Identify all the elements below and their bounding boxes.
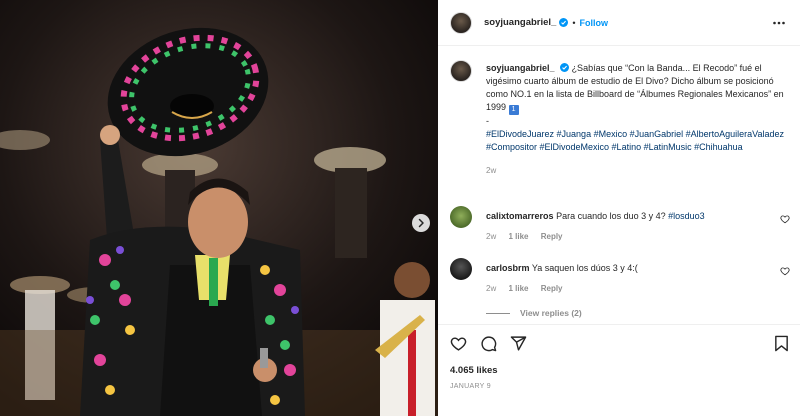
post-date[interactable]: JANUARY 9 (450, 383, 491, 390)
comment-username[interactable]: carlosbrm (486, 263, 530, 273)
follow-button[interactable]: Follow (580, 18, 609, 28)
heart-icon[interactable] (780, 214, 790, 224)
view-replies-button[interactable]: View replies (2) (486, 308, 582, 318)
instagram-post-modal: soyjuangabriel_ • Follow soyjuangabriel_ (0, 0, 800, 416)
share-icon[interactable] (510, 335, 527, 352)
heart-icon[interactable] (450, 335, 467, 352)
likes-count[interactable]: 4.065 likes (450, 365, 498, 376)
avatar[interactable] (450, 206, 472, 228)
comment-age: 2w (486, 284, 497, 293)
post-header: soyjuangabriel_ • Follow (438, 0, 800, 46)
verified-badge-icon (560, 63, 570, 72)
reply-button[interactable]: Reply (541, 284, 563, 293)
more-options-icon[interactable] (772, 16, 786, 30)
post-side-panel: soyjuangabriel_ • Follow soyjuangabriel_ (438, 0, 800, 416)
comment-likes[interactable]: 1 like (508, 232, 528, 241)
caption-dash: - (486, 116, 489, 126)
reply-button[interactable]: Reply (541, 232, 563, 241)
caption-age: 2w (486, 166, 497, 175)
comment-age: 2w (486, 232, 497, 241)
comment-username[interactable]: calixtomarreros (486, 211, 554, 221)
header-separator: • (572, 17, 576, 28)
avatar[interactable] (450, 258, 472, 280)
view-replies-label[interactable]: View replies (2) (520, 308, 582, 318)
post-photo[interactable] (0, 0, 438, 416)
caption-hashtags[interactable]: #ElDivodeJuarez #Juanga #Mexico #JuanGab… (486, 128, 788, 154)
post-actions: 4.065 likes JANUARY 9 (438, 324, 800, 416)
comment-likes[interactable]: 1 like (508, 284, 528, 293)
post-image (0, 0, 438, 416)
keycap-one-emoji: 1 (508, 105, 519, 115)
verified-badge-icon (559, 18, 569, 27)
next-photo-button[interactable] (412, 214, 430, 232)
bookmark-icon (775, 335, 788, 352)
comments-list[interactable]: soyjuangabriel_ ¿Sabías que “Con la Band… (438, 46, 800, 324)
heart-icon[interactable] (780, 266, 790, 276)
comment-icon[interactable] (480, 335, 497, 352)
header-username[interactable]: soyjuangabriel_ (484, 17, 556, 28)
comment-hashtag[interactable]: #losduo3 (668, 211, 705, 221)
replies-divider (486, 312, 510, 314)
save-button[interactable] (773, 335, 790, 352)
caption-avatar[interactable] (450, 60, 472, 82)
chevron-right-icon (418, 218, 424, 228)
comment-text: Ya saquen los dúos 3 y 4:( (531, 263, 638, 273)
comment-text: Para cuando los duo 3 y 4? (556, 211, 666, 221)
caption-username[interactable]: soyjuangabriel_ (486, 63, 555, 73)
avatar[interactable] (450, 11, 472, 34)
